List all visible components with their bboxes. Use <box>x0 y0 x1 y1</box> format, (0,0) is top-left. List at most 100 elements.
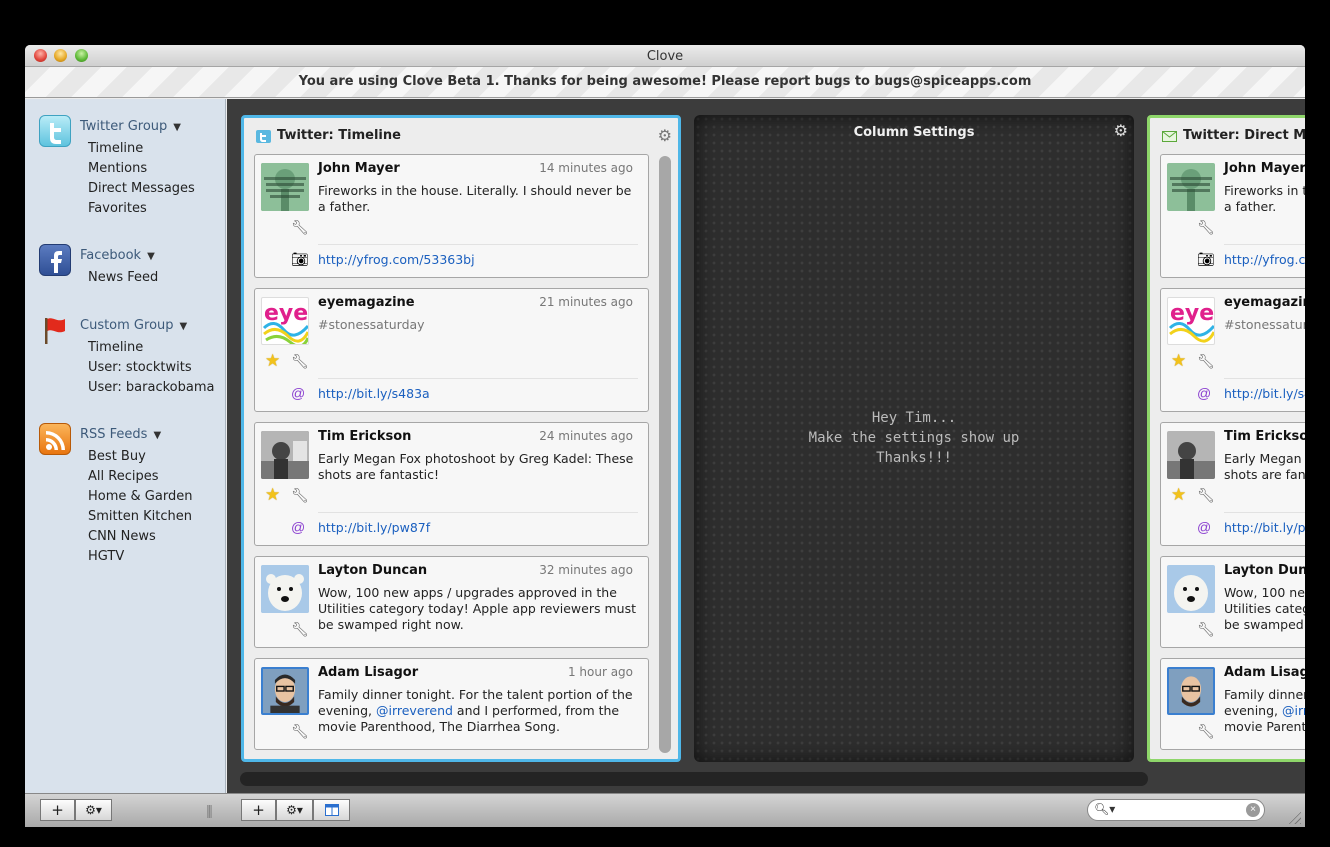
sidebar-item-timeline[interactable]: Timeline <box>88 139 195 159</box>
tweet-text: Family dinner tonight. For the talent po… <box>1224 687 1305 735</box>
tweet-author[interactable]: eyemagazine <box>1224 295 1305 310</box>
mention-link[interactable]: @irreverend <box>1282 703 1305 718</box>
search-input[interactable] <box>1120 802 1246 818</box>
sidebar-group-title[interactable]: Twitter Group ▼ <box>80 119 181 134</box>
column-gear-icon[interactable]: ⚙ <box>1114 121 1128 141</box>
tweet-card[interactable]: Adam Lisagor 1 hour ago Family dinner to… <box>254 658 649 750</box>
sidebar-item-all-recipes[interactable]: All Recipes <box>88 467 192 487</box>
wrench-icon[interactable]: 🔧︎ <box>1197 621 1215 638</box>
tweet-link[interactable]: http://bit.ly/s483a <box>1224 386 1305 401</box>
avatar[interactable] <box>1167 431 1215 479</box>
search-icon[interactable]: 🔍︎▾ <box>1094 802 1115 816</box>
column-settings-panel: Column Settings ⚙ Hey Tim... Make the se… <box>694 115 1134 762</box>
avatar[interactable] <box>1167 667 1215 715</box>
sidebar-item-mentions[interactable]: Mentions <box>88 159 195 179</box>
sidebar-item-hgtv[interactable]: HGTV <box>88 547 192 567</box>
tweet-card[interactable]: Layton Duncan Wow, 100 new apps / upgrad… <box>1160 556 1305 648</box>
tweet-author[interactable]: Tim Erickson <box>1224 429 1305 444</box>
sidebar-item-user-stocktwits[interactable]: User: stocktwits <box>88 358 214 378</box>
wrench-icon[interactable]: 🔧︎ <box>1197 723 1215 740</box>
sidebar-item-home-garden[interactable]: Home & Garden <box>88 487 192 507</box>
disclosure-triangle-icon[interactable]: ▼ <box>173 122 181 133</box>
wrench-icon[interactable]: 🔧︎ <box>291 219 309 236</box>
wrench-icon[interactable]: 🔧︎ <box>291 723 309 740</box>
sidebar-item-news-feed[interactable]: News Feed <box>88 268 158 288</box>
sidebar-gear-menu-button[interactable]: ⚙▾ <box>75 799 112 821</box>
tweet-author[interactable]: Tim Erickson <box>318 429 411 444</box>
sidebar-item-timeline[interactable]: Timeline <box>88 338 214 358</box>
tweet-time: 21 minutes ago <box>539 295 633 309</box>
tweet-card[interactable]: John Mayer 14 minutes ago Fireworks in t… <box>254 154 649 278</box>
sidebar-group-title[interactable]: Facebook ▼ <box>80 248 155 263</box>
search-field[interactable]: 🔍︎▾ × <box>1087 799 1265 821</box>
wrench-icon[interactable]: 🔧︎ <box>1197 353 1215 370</box>
spiral-link-icon: @ <box>1197 385 1212 401</box>
add-account-button[interactable]: + <box>40 799 75 821</box>
camera-icon: 📷︎ <box>291 251 309 267</box>
tweet-card[interactable]: John Mayer Fireworks in the house. Liter… <box>1160 154 1305 278</box>
disclosure-triangle-icon[interactable]: ▼ <box>147 251 155 262</box>
beta-banner: You are using Clove Beta 1. Thanks for b… <box>25 67 1305 98</box>
tweet-card[interactable]: eye eyemagazine 21 minutes ago #stonessa… <box>254 288 649 412</box>
star-icon[interactable]: ★ <box>1171 485 1186 505</box>
app-window: Clove You are using Clove Beta 1. Thanks… <box>25 45 1305 827</box>
column-gear-icon[interactable]: ⚙ <box>658 126 672 146</box>
wrench-icon[interactable]: 🔧︎ <box>291 353 309 370</box>
tweet-author[interactable]: Adam Lisagor <box>318 665 418 680</box>
sidebar-item-cnn-news[interactable]: CNN News <box>88 527 192 547</box>
window-resize-grip[interactable] <box>1287 810 1301 824</box>
tweet-card[interactable]: Tim Erickson Early Megan Fox photoshoot … <box>1160 422 1305 546</box>
avatar[interactable] <box>261 163 309 211</box>
column-gear-menu-button[interactable]: ⚙▾ <box>276 799 313 821</box>
avatar[interactable] <box>261 431 309 479</box>
column-scrollbar[interactable] <box>659 156 671 753</box>
tweet-link[interactable]: http://bit.ly/s483a <box>318 386 430 401</box>
tweet-link[interactable]: http://yfrog.com/53363bj <box>318 252 475 267</box>
sidebar-item-smitten-kitchen[interactable]: Smitten Kitchen <box>88 507 192 527</box>
avatar[interactable] <box>261 667 309 715</box>
tweet-card[interactable]: Tim Erickson 24 minutes ago Early Megan … <box>254 422 649 546</box>
sidebar-item-favorites[interactable]: Favorites <box>88 199 195 219</box>
avatar[interactable] <box>1167 565 1215 613</box>
tweet-card[interactable]: Layton Duncan 32 minutes ago Wow, 100 ne… <box>254 556 649 648</box>
horizontal-scrollbar[interactable] <box>240 772 1148 786</box>
tweet-author[interactable]: Layton Duncan <box>318 563 427 578</box>
sidebar-resize-handle[interactable]: ||| <box>206 802 213 818</box>
tweet-author[interactable]: John Mayer <box>318 161 400 176</box>
star-icon[interactable]: ★ <box>265 485 280 505</box>
sidebar-item-user-barackobama[interactable]: User: barackobama <box>88 378 214 398</box>
tweet-link[interactable]: http://bit.ly/pw87f <box>318 520 430 535</box>
tweet-author[interactable]: eyemagazine <box>318 295 415 310</box>
sidebar-group-title[interactable]: Custom Group ▼ <box>80 318 187 333</box>
wrench-icon[interactable]: 🔧︎ <box>1197 219 1215 236</box>
disclosure-triangle-icon[interactable]: ▼ <box>153 430 161 441</box>
avatar[interactable]: eye <box>261 297 309 345</box>
settings-placeholder-note: Hey Tim... Make the settings show up Tha… <box>808 410 1020 466</box>
disclosure-triangle-icon[interactable]: ▼ <box>180 321 188 332</box>
sidebar-item-direct-messages[interactable]: Direct Messages <box>88 179 195 199</box>
tweet-card[interactable]: eye eyemagazine #stonessaturday ★ 🔧︎ @ h… <box>1160 288 1305 412</box>
sidebar-item-best-buy[interactable]: Best Buy <box>88 447 192 467</box>
layout-toggle-button[interactable] <box>313 799 350 821</box>
avatar[interactable] <box>1167 163 1215 211</box>
tweet-author[interactable]: John Mayer <box>1224 161 1305 176</box>
wrench-icon[interactable]: 🔧︎ <box>291 487 309 504</box>
tweet-author[interactable]: Adam Lisagor <box>1224 665 1305 680</box>
wrench-icon[interactable]: 🔧︎ <box>291 621 309 638</box>
spiral-link-icon: @ <box>291 385 306 401</box>
sidebar-group-title[interactable]: RSS Feeds ▼ <box>80 427 161 442</box>
tweet-author[interactable]: Layton Duncan <box>1224 563 1305 578</box>
tweet-link[interactable]: http://bit.ly/pw87f <box>1224 520 1305 535</box>
tweet-link[interactable]: http://yfrog.com/53363bj <box>1224 252 1305 267</box>
avatar[interactable]: eye <box>1167 297 1215 345</box>
avatar[interactable] <box>261 565 309 613</box>
wrench-icon[interactable]: 🔧︎ <box>1197 487 1215 504</box>
twitter-column-icon <box>256 130 271 143</box>
star-icon[interactable]: ★ <box>265 351 280 371</box>
star-icon[interactable]: ★ <box>1171 351 1186 371</box>
tweet-time: 24 minutes ago <box>539 429 633 443</box>
mention-link[interactable]: @irreverend <box>376 703 453 718</box>
tweet-card[interactable]: Adam Lisagor Family dinner tonight. For … <box>1160 658 1305 750</box>
clear-search-icon[interactable]: × <box>1246 803 1260 817</box>
add-column-button[interactable]: + <box>241 799 276 821</box>
